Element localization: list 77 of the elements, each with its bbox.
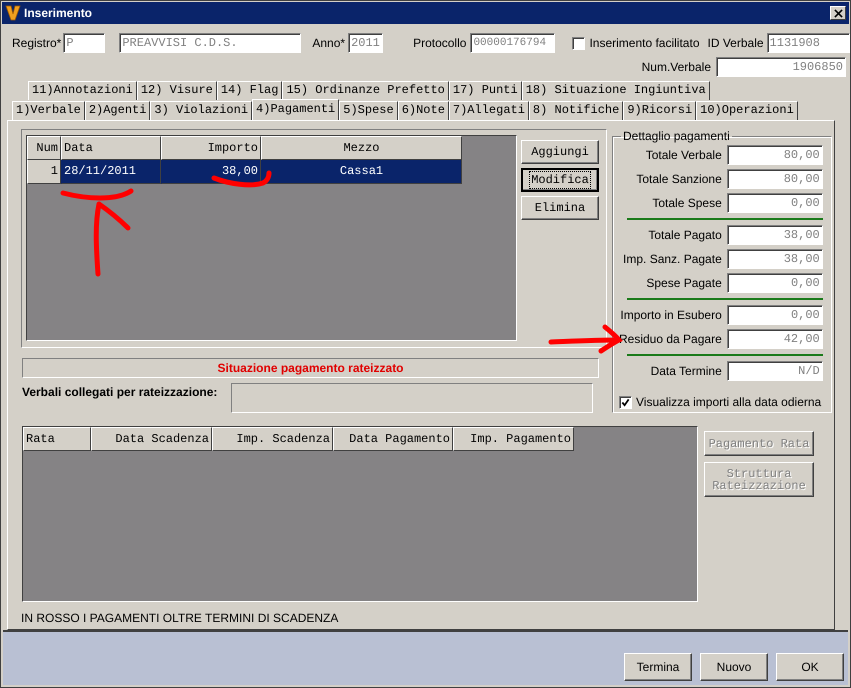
dialog-button[interactable]: OK [776, 652, 844, 680]
num-verbale-label: Num.Verbale [642, 60, 711, 74]
tab[interactable]: 8) Notifiche [528, 101, 624, 120]
checkbox-label: Visualizza importi alla data odierna [636, 395, 822, 409]
amount-field[interactable]: 80,00 [726, 145, 823, 165]
amount-field[interactable]: N/D [726, 361, 823, 381]
tab[interactable]: 3) Violazioni [150, 101, 252, 120]
table-cell: 28/11/2011 [61, 160, 161, 184]
tab[interactable]: 4)Pagamenti [252, 99, 340, 120]
field-label: Totale Verbale [646, 148, 722, 162]
dialog-button[interactable]: Termina [624, 652, 692, 680]
column-header[interactable]: Mezzo [261, 136, 462, 160]
amount-field[interactable]: 42,00 [726, 329, 823, 349]
tab[interactable]: 18) Situazione Ingiuntiva [522, 81, 710, 100]
amount-field[interactable]: 0,00 [726, 305, 823, 325]
tab[interactable]: 9)Ricorsi [623, 101, 696, 120]
anno-label: Anno* [312, 36, 346, 50]
amount-field[interactable]: 80,00 [726, 169, 823, 189]
column-header[interactable]: Rata [23, 427, 91, 451]
column-header[interactable]: Data Pagamento [333, 427, 453, 451]
amount-field[interactable]: 38,00 [726, 249, 823, 269]
column-header[interactable]: Data [61, 136, 161, 160]
dialog-button[interactable]: Nuovo [700, 652, 768, 680]
field-label: Residuo da Pagare [619, 332, 722, 346]
tab[interactable]: 10)Operazioni [696, 101, 798, 120]
column-header[interactable]: Importo [161, 136, 261, 160]
field-label: Totale Pagato [648, 228, 722, 242]
verbali-label: Verbali collegati per rateizzazione: [22, 384, 218, 399]
checkbox[interactable] [572, 36, 586, 50]
table-cell: Cassa1 [261, 160, 462, 184]
column-header[interactable]: Imp. Scadenza [212, 427, 333, 451]
column-header[interactable]: Num [27, 136, 61, 160]
field-label: Imp. Sanz. Pagate [623, 252, 722, 266]
status-banner: Situazione pagamento rateizzato [22, 358, 599, 378]
registro-field[interactable]: P [63, 33, 106, 53]
field-label: Data Termine [650, 364, 722, 378]
checkbox[interactable] [619, 396, 632, 408]
tab[interactable]: 6)Note [398, 101, 449, 120]
action-button[interactable]: Aggiungi [521, 140, 599, 164]
amount-field[interactable]: 38,00 [726, 225, 823, 245]
field-label: Importo in Esubero [620, 308, 722, 322]
field-label: Spese Pagate [646, 276, 722, 290]
tab[interactable]: 15) Ordinanze Prefetto [282, 81, 449, 100]
tab[interactable]: 14) Flag [216, 81, 282, 100]
amount-field[interactable]: 0,00 [726, 193, 823, 213]
tab[interactable]: 5)Spese [339, 101, 398, 120]
table-cell: 1 [27, 160, 61, 184]
verbali-field[interactable] [231, 383, 594, 413]
description-field[interactable]: PREAVVISI C.D.S. [119, 33, 302, 53]
protocollo-label: Protocollo [413, 36, 466, 50]
tab[interactable]: 12) Visure [136, 81, 217, 100]
registro-label: Registro* [12, 36, 62, 50]
protocollo-field[interactable]: 00000176794 [470, 33, 556, 53]
close-icon [834, 8, 842, 18]
id-verbale-field[interactable]: 1131908 [766, 33, 850, 53]
amount-field[interactable]: 0,00 [726, 273, 823, 293]
num-verbale-field[interactable]: 1906850 [716, 57, 846, 77]
tab[interactable]: 11)Annotazioni [28, 81, 137, 100]
action-button[interactable]: Elimina [521, 196, 599, 220]
tab[interactable]: 17) Punti [448, 81, 522, 100]
tab[interactable]: 1)Verbale [12, 101, 85, 120]
group-title: Dettaglio pagamenti [622, 129, 731, 143]
close-button[interactable] [830, 6, 846, 20]
note-text: IN ROSSO I PAGAMENTI OLTRE TERMINI DI SCADENZA [21, 611, 340, 627]
field-label: Totale Sanzione [636, 172, 722, 186]
tab[interactable]: 7)Allegati [448, 101, 529, 120]
column-header[interactable]: Data Scadenza [91, 427, 212, 451]
logo-icon [5, 5, 21, 21]
field-label: Totale Spese [652, 196, 722, 210]
tab[interactable]: 2)Agenti [84, 101, 150, 120]
table-cell: 38,00 [161, 160, 261, 184]
column-header[interactable]: Imp. Pagamento [453, 427, 574, 451]
window-title: Inserimento [24, 6, 94, 20]
id-verbale-label: ID Verbale [708, 36, 764, 50]
anno-field[interactable]: 2011 [348, 33, 384, 53]
checkbox-label: Inserimento facilitato [589, 36, 700, 50]
action-button[interactable]: Modifica [521, 168, 599, 192]
